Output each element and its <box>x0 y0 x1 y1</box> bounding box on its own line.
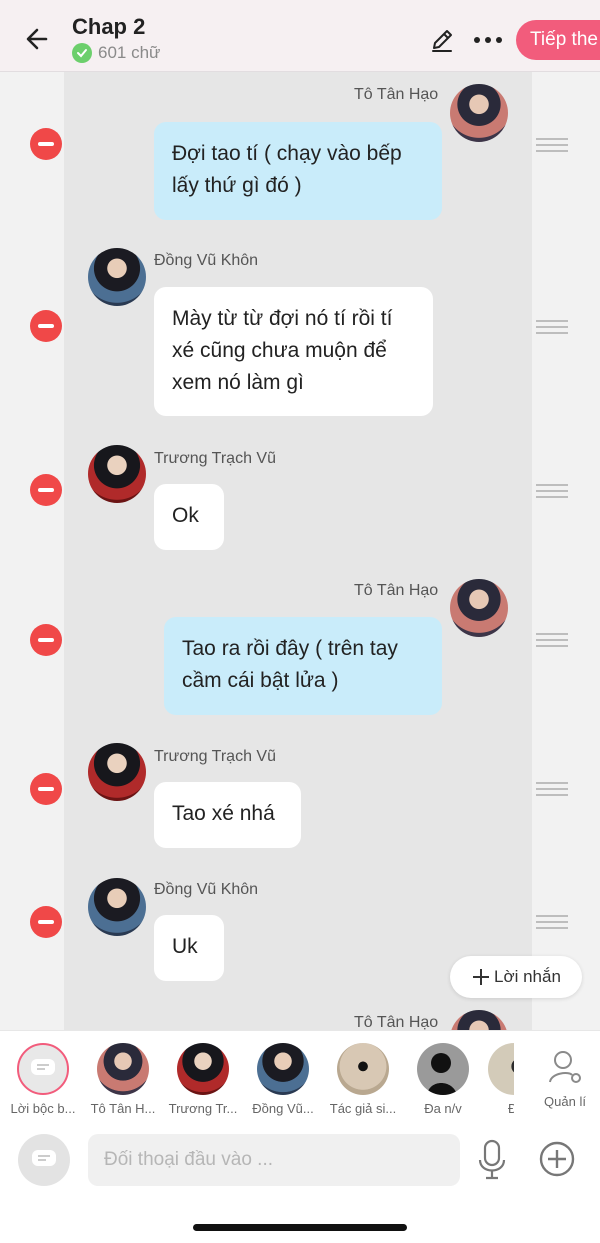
speaker-name: Đồng Vũ Khôn <box>154 252 259 269</box>
avatar <box>97 1043 149 1095</box>
character-label: Tác giả si... <box>329 1101 397 1116</box>
character-bar: Lời bộc b... Tô Tân H... Trương Tr... Đồ… <box>0 1030 600 1122</box>
message-bubble[interactable]: Ok <box>154 484 224 550</box>
chat-area: Tô Tân Hạo Đợi tao tí ( chạy vào bếp lấy… <box>0 72 600 1030</box>
delete-message-button[interactable] <box>30 906 62 938</box>
character-item[interactable]: Tô Tân H... <box>88 1043 158 1116</box>
continue-button[interactable]: Tiếp the <box>516 20 600 60</box>
edit-pen-icon[interactable] <box>428 26 456 54</box>
avatar[interactable] <box>88 878 146 936</box>
delete-message-button[interactable] <box>30 310 62 342</box>
drag-handle-icon[interactable] <box>536 633 568 649</box>
plus-icon <box>473 969 489 985</box>
avatar <box>337 1043 389 1095</box>
delete-message-button[interactable] <box>30 624 62 656</box>
character-label: Đồng Vũ... <box>252 1101 314 1116</box>
word-count: 601 chữ <box>72 43 160 63</box>
character-narration[interactable]: Lời bộc b... <box>8 1043 78 1116</box>
add-note-button[interactable]: Lời nhắn <box>450 956 582 998</box>
back-arrow-icon[interactable] <box>22 22 56 56</box>
avatar <box>257 1043 309 1095</box>
character-label: Tô Tân H... <box>90 1101 156 1116</box>
avatar[interactable] <box>450 579 508 637</box>
avatar[interactable] <box>88 445 146 503</box>
word-count-text: 601 chữ <box>98 43 161 62</box>
avatar[interactable] <box>450 84 508 142</box>
microphone-icon[interactable] <box>474 1138 510 1182</box>
input-bar: Đối thoại đầu vào ... <box>0 1122 600 1243</box>
delete-message-button[interactable] <box>30 128 62 160</box>
character-label: Đ <box>508 1101 514 1116</box>
add-note-label: Lời nhắn <box>494 967 561 986</box>
home-indicator <box>193 1224 407 1231</box>
drag-handle-icon[interactable] <box>536 138 568 154</box>
drag-handle-icon[interactable] <box>536 915 568 931</box>
add-plus-icon[interactable] <box>538 1140 576 1178</box>
avatar[interactable] <box>88 248 146 306</box>
message-bubble[interactable]: Uk <box>154 915 224 981</box>
silhouette-icon <box>417 1043 469 1095</box>
character-item[interactable]: Đồng Vũ... <box>248 1043 318 1116</box>
character-label: Lời bộc b... <box>10 1101 76 1116</box>
narration-icon <box>32 1150 56 1166</box>
manage-characters-button[interactable]: Quản lí <box>538 1049 592 1109</box>
message-bubble[interactable]: Tao xé nhá <box>154 782 301 848</box>
message-bubble[interactable]: Tao ra rồi đây ( trên tay cầm cái bật lử… <box>164 617 442 715</box>
drag-handle-icon[interactable] <box>536 320 568 336</box>
speaker-name: Tô Tân Hạo <box>354 1014 439 1030</box>
speaker-name: Tô Tân Hạo <box>354 86 439 103</box>
narration-button[interactable] <box>18 1134 70 1186</box>
avatar[interactable] <box>88 743 146 801</box>
top-bar: Chap 2 601 chữ Tiếp the <box>0 0 600 72</box>
delete-message-button[interactable] <box>30 773 62 805</box>
speaker-name: Trương Trạch Vũ <box>154 450 276 467</box>
delete-message-button[interactable] <box>30 474 62 506</box>
drag-handle-icon[interactable] <box>536 484 568 500</box>
narration-icon <box>17 1043 69 1095</box>
speaker-name: Tô Tân Hạo <box>354 582 439 599</box>
speaker-name: Trương Trạch Vũ <box>154 748 276 765</box>
more-icon[interactable] <box>472 26 504 54</box>
avatar <box>177 1043 229 1095</box>
speaker-name: Đồng Vũ Khôn <box>154 881 259 898</box>
drag-handle-icon[interactable] <box>536 782 568 798</box>
message-bubble[interactable]: Đợi tao tí ( chạy vào bếp lấy thứ gì đó … <box>154 122 442 220</box>
dialogue-input[interactable]: Đối thoại đầu vào ... <box>88 1134 460 1186</box>
chapter-title: Chap 2 <box>72 14 146 39</box>
character-item[interactable]: Tác giả si... <box>328 1043 398 1116</box>
message-bubble[interactable]: Mày từ từ đợi nó tí rồi tí xé cũng chưa … <box>154 287 433 416</box>
character-item[interactable]: Đ <box>488 1043 514 1116</box>
character-label: Trương Tr... <box>168 1101 238 1116</box>
avatar <box>488 1043 514 1095</box>
manage-label: Quản lí <box>544 1094 586 1109</box>
character-item[interactable]: Đa n/v <box>408 1043 478 1116</box>
character-label: Đa n/v <box>424 1101 462 1116</box>
check-icon <box>72 43 92 63</box>
character-item[interactable]: Trương Tr... <box>168 1043 238 1116</box>
user-settings-icon <box>549 1051 581 1083</box>
